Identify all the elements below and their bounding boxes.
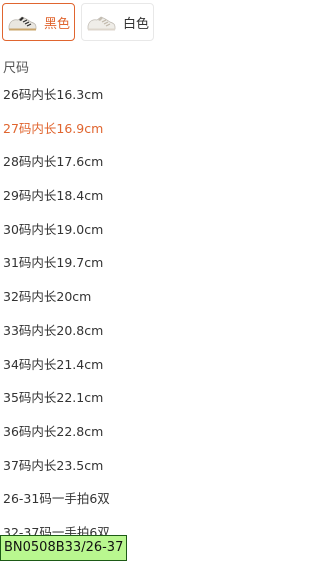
- size-option[interactable]: 34码内长21.4cm: [3, 355, 110, 389]
- size-option[interactable]: 32码内长20cm: [3, 287, 110, 321]
- color-option-black[interactable]: 黑色: [2, 3, 76, 41]
- size-section-title: 尺码: [3, 61, 30, 76]
- size-option[interactable]: 31码内长19.7cm: [3, 253, 110, 287]
- size-option[interactable]: 33码内长20.8cm: [3, 321, 110, 355]
- size-option-pack[interactable]: 26-31码一手拍6双: [3, 489, 110, 523]
- size-option[interactable]: 35码内长22.1cm: [3, 388, 110, 422]
- shoe-thumbnail-icon: [6, 9, 38, 35]
- size-option[interactable]: 26码内长16.3cm: [3, 85, 110, 119]
- color-option-white[interactable]: 白色: [81, 3, 155, 41]
- size-option[interactable]: 30码内长19.0cm: [3, 220, 110, 254]
- color-option-label: 白色: [123, 16, 150, 32]
- size-list: 26码内长16.3cm 27码内长16.9cm 28码内长17.6cm 29码内…: [3, 85, 110, 557]
- color-option-label: 黑色: [44, 16, 71, 32]
- size-option[interactable]: 36码内长22.8cm: [3, 422, 110, 456]
- size-option[interactable]: 37码内长23.5cm: [3, 456, 110, 490]
- shoe-thumbnail-icon: [85, 9, 118, 35]
- size-option-selected[interactable]: 27码内长16.9cm: [3, 119, 110, 153]
- sku-code-tag: BN0508B33/26-37: [0, 535, 128, 561]
- size-option[interactable]: 28码内长17.6cm: [3, 152, 110, 186]
- color-options: 黑色 白色: [2, 3, 155, 43]
- size-option[interactable]: 29码内长18.4cm: [3, 186, 110, 220]
